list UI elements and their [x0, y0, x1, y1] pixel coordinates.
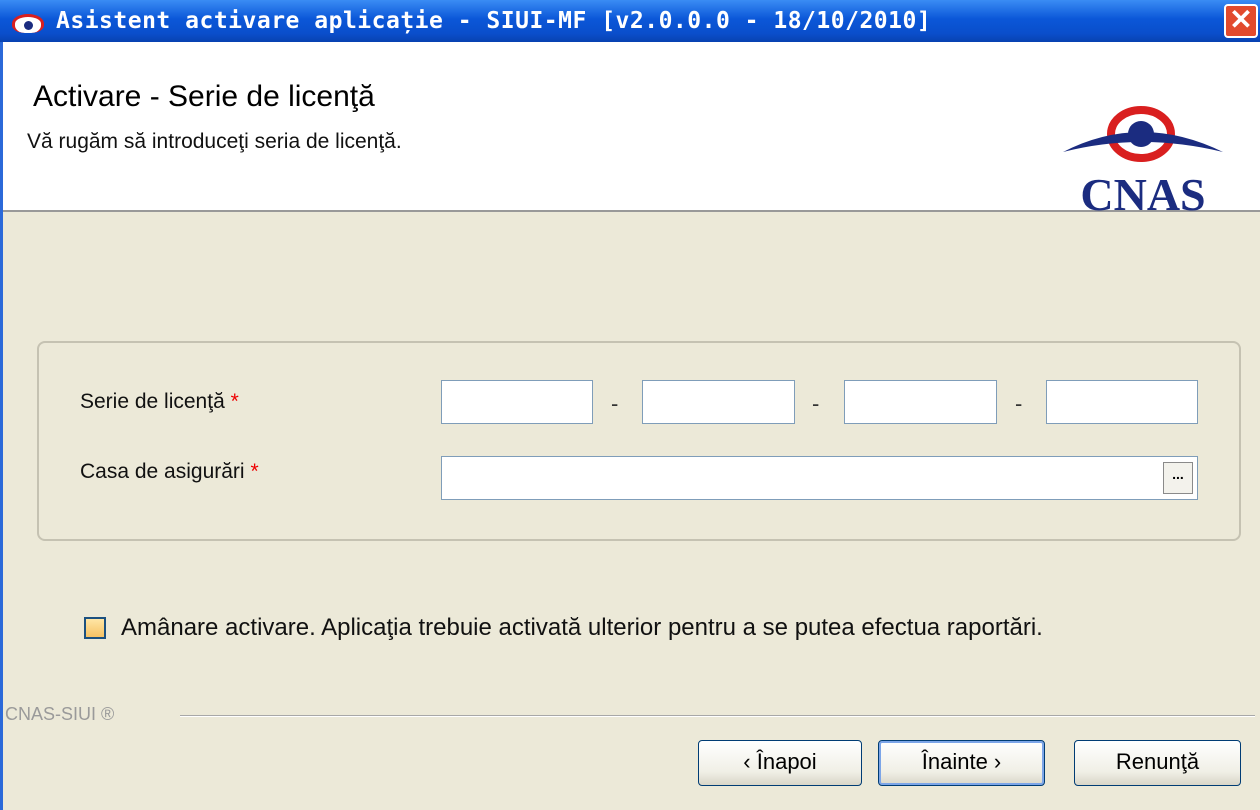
page-title: Activare - Serie de licenţă	[33, 80, 375, 113]
postpone-checkbox[interactable]	[84, 617, 106, 639]
serie-separator: -	[611, 391, 619, 416]
serie-label-text: Serie de licenţă	[80, 390, 225, 413]
postpone-label[interactable]: Amânare activare. Aplicaţia trebuie acti…	[121, 614, 1043, 642]
serie-field-3[interactable]	[844, 380, 997, 424]
page-subtitle: Vă rugăm să introduceţi seria de licenţă…	[27, 130, 402, 153]
required-mark: *	[230, 390, 239, 413]
close-button[interactable]: ✕	[1224, 4, 1258, 38]
logo-text: CNAS	[1080, 169, 1205, 220]
serie-field-2[interactable]	[642, 380, 795, 424]
title-bar: Asistent activare aplicație - SIUI-MF [v…	[0, 0, 1260, 42]
serie-separator: -	[1015, 391, 1023, 416]
browse-button[interactable]: ...	[1163, 462, 1193, 494]
footer-brand: CNAS-SIUI ®	[5, 704, 115, 724]
cancel-button[interactable]: Renunţă	[1074, 740, 1241, 786]
next-button[interactable]: Înainte ›	[878, 740, 1045, 786]
casa-label-text: Casa de asigurări	[80, 460, 245, 483]
app-eye-icon	[12, 14, 44, 33]
required-mark: *	[250, 460, 259, 483]
casa-label: Casa de asigurări *	[80, 460, 259, 484]
serie-label: Serie de licenţă *	[80, 390, 239, 414]
window-title: Asistent activare aplicație - SIUI-MF [v…	[56, 8, 932, 34]
back-button[interactable]: ‹ Înapoi	[698, 740, 862, 786]
license-panel	[37, 341, 1241, 541]
cnas-logo: CNAS	[1063, 106, 1223, 220]
footer-divider	[180, 715, 1255, 717]
serie-separator: -	[812, 391, 820, 416]
serie-field-1[interactable]	[441, 380, 593, 424]
serie-field-4[interactable]	[1046, 380, 1198, 424]
wizard-header: Activare - Serie de licenţă Vă rugăm să …	[3, 42, 1260, 220]
casa-field[interactable]	[441, 456, 1198, 500]
